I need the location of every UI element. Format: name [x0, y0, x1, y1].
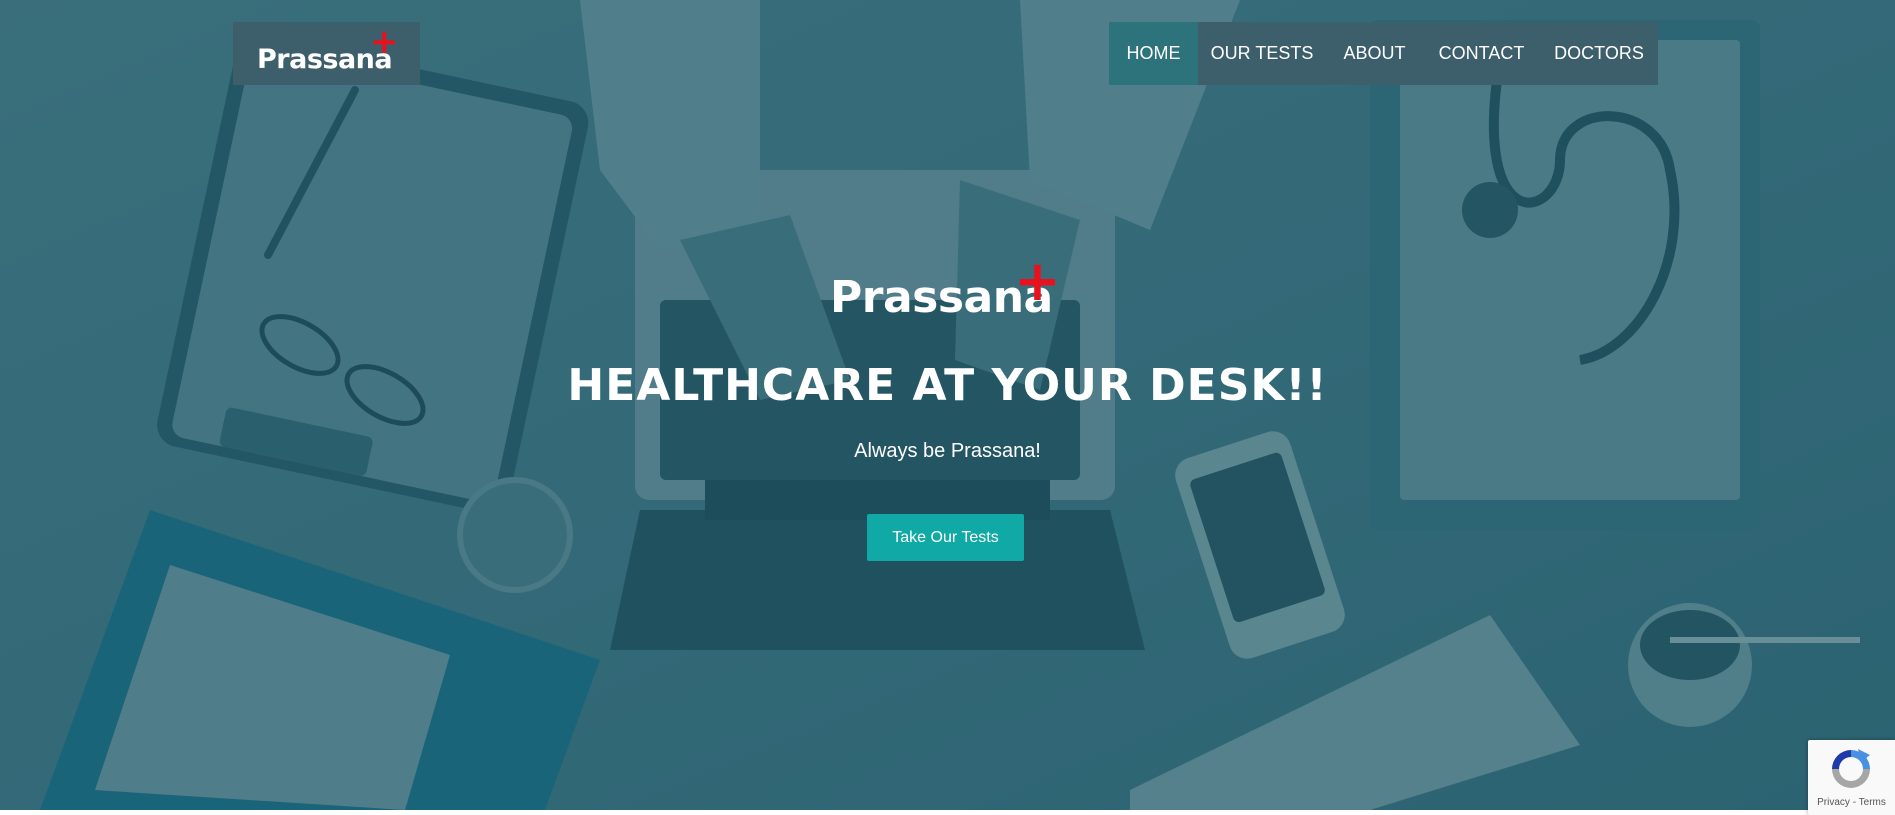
- hero-tagline: Always be Prassana!: [854, 440, 1041, 462]
- header-logo[interactable]: Prassana +: [233, 22, 420, 85]
- hero-headline: HEALTHCARE AT YOUR DESK!!: [567, 360, 1328, 411]
- nav-item-doctors[interactable]: DOCTORS: [1540, 22, 1658, 85]
- main-nav: HOME OUR TESTS ABOUT CONTACT DOCTORS: [1109, 22, 1658, 85]
- recaptcha-separator: -: [1852, 797, 1857, 808]
- hero-section: Prassana + HOME OUR TESTS ABOUT CONTACT …: [0, 0, 1895, 810]
- recaptcha-terms-link[interactable]: Terms: [1859, 797, 1886, 808]
- nav-item-contact[interactable]: CONTACT: [1423, 22, 1540, 85]
- recaptcha-badge[interactable]: Privacy - Terms: [1808, 740, 1895, 815]
- logo-plus-icon: +: [370, 22, 399, 62]
- recaptcha-icon: [1832, 749, 1870, 788]
- nav-item-our-tests[interactable]: OUR TESTS: [1198, 22, 1326, 85]
- recaptcha-links: Privacy - Terms: [1808, 797, 1895, 808]
- nav-item-home[interactable]: HOME: [1109, 22, 1198, 85]
- recaptcha-privacy-link[interactable]: Privacy: [1817, 797, 1850, 808]
- hero-logo-plus-icon: +: [1014, 249, 1061, 314]
- nav-item-about[interactable]: ABOUT: [1326, 22, 1423, 85]
- take-our-tests-button[interactable]: Take Our Tests: [867, 514, 1024, 561]
- hero-logo: Prassana +: [830, 254, 1070, 324]
